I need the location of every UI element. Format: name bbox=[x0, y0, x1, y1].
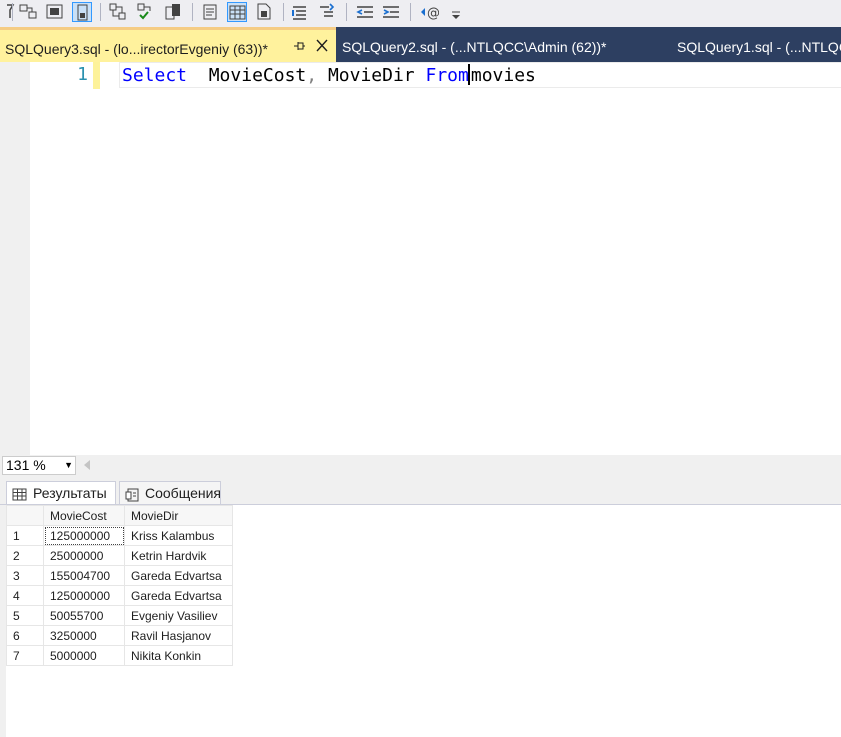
results-grid-area: MovieCost MovieDir 1 125000000 Kriss Kal… bbox=[0, 505, 841, 737]
filter-icon[interactable] bbox=[0, 2, 15, 22]
column-moviecost: MovieCost bbox=[208, 65, 307, 86]
editor-margin bbox=[0, 62, 30, 455]
column-header-moviecost[interactable]: MovieCost bbox=[43, 505, 125, 526]
cell-moviedir[interactable]: Gareda Edvartsa bbox=[124, 565, 233, 586]
window-icon[interactable] bbox=[45, 2, 65, 22]
diagram-icon[interactable] bbox=[108, 2, 128, 22]
document-tab-strip: SQLQuery3.sql - (lo...irectorEvgeniy (63… bbox=[0, 27, 841, 62]
table-row[interactable]: 2 25000000 Ketrin Hardvik bbox=[6, 545, 233, 566]
row-number[interactable]: 1 bbox=[6, 525, 44, 546]
text-caret bbox=[467, 64, 470, 85]
tab-sqlquery1[interactable]: SQLQuery1.sql - (...NTLQC bbox=[677, 27, 841, 62]
tab-messages-label: Сообщения bbox=[145, 485, 221, 501]
toolbar-separator bbox=[410, 3, 411, 21]
table-row[interactable]: 4 125000000 Gareda Edvartsa bbox=[6, 585, 233, 606]
template-icon[interactable]: @ bbox=[419, 2, 439, 22]
svg-text:@: @ bbox=[427, 6, 439, 21]
table-row[interactable]: 5 50055700 Evgeniy Vasiliev bbox=[6, 605, 233, 626]
row-number[interactable]: 6 bbox=[6, 625, 44, 646]
cell-moviedir[interactable]: Nikita Konkin bbox=[124, 645, 233, 666]
uncomment-icon[interactable] bbox=[317, 2, 337, 22]
table-row[interactable]: 1 125000000 Kriss Kalambus bbox=[6, 525, 233, 546]
cell-moviecost[interactable]: 125000000 bbox=[43, 585, 125, 606]
column-moviedir: MovieDir bbox=[327, 65, 415, 86]
table-icon[interactable] bbox=[18, 2, 38, 22]
tab-results[interactable]: Результаты bbox=[6, 481, 116, 504]
cell-moviedir[interactable]: Evgeniy Vasiliev bbox=[124, 605, 233, 626]
cell-moviedir[interactable]: Gareda Edvartsa bbox=[124, 585, 233, 606]
keyword-from: From bbox=[425, 65, 469, 86]
tab-results-label: Результаты bbox=[33, 485, 107, 501]
table-row[interactable]: 6 3250000 Ravil Hasjanov bbox=[6, 625, 233, 646]
close-icon[interactable] bbox=[314, 30, 330, 62]
indent-icon[interactable] bbox=[381, 2, 401, 22]
pin-icon[interactable] bbox=[291, 30, 307, 62]
comma: , bbox=[306, 65, 318, 86]
chevron-down-icon: ▼ bbox=[64, 460, 73, 470]
toolbar-separator bbox=[283, 3, 284, 21]
grid-header-row: MovieCost MovieDir bbox=[6, 505, 233, 526]
zoom-select[interactable]: 131 % ▼ bbox=[2, 456, 76, 475]
cell-moviedir[interactable]: Kriss Kalambus bbox=[124, 525, 233, 546]
toolbar-separator bbox=[346, 3, 347, 21]
cell-moviecost[interactable]: 3250000 bbox=[43, 625, 125, 646]
row-number[interactable]: 4 bbox=[6, 585, 44, 606]
toolbar-separator bbox=[100, 3, 101, 21]
cell-moviecost[interactable]: 125000000 bbox=[43, 525, 125, 546]
message-icon bbox=[125, 486, 141, 502]
toolbar-separator bbox=[12, 3, 13, 21]
table-movies: movies bbox=[470, 65, 536, 86]
cell-moviedir[interactable]: Ketrin Hardvik bbox=[124, 545, 233, 566]
overflow-icon[interactable] bbox=[446, 2, 460, 22]
tab-sqlquery3[interactable]: SQLQuery3.sql - (lo...irectorEvgeniy (63… bbox=[0, 27, 336, 62]
row-number[interactable]: 5 bbox=[6, 605, 44, 626]
toolbar-separator bbox=[192, 3, 193, 21]
check-diagram-icon[interactable] bbox=[136, 2, 156, 22]
change-indicator bbox=[93, 62, 100, 89]
results-text-icon[interactable] bbox=[200, 2, 220, 22]
code-line[interactable]: Select MovieCost, MovieDir From movies bbox=[122, 64, 536, 88]
row-number[interactable]: 3 bbox=[6, 565, 44, 586]
cell-moviecost[interactable]: 155004700 bbox=[43, 565, 125, 586]
results-grid-icon[interactable] bbox=[227, 2, 247, 22]
scroll-left-arrow[interactable] bbox=[84, 460, 90, 470]
outdent-icon[interactable] bbox=[355, 2, 375, 22]
zoom-value: 131 % bbox=[6, 457, 46, 473]
editor-status-row: 131 % ▼ bbox=[0, 455, 841, 477]
row-number[interactable]: 2 bbox=[6, 545, 44, 566]
cell-moviecost[interactable]: 25000000 bbox=[43, 545, 125, 566]
results-file-icon[interactable] bbox=[254, 2, 274, 22]
table-row[interactable]: 3 155004700 Gareda Edvartsa bbox=[6, 565, 233, 586]
results-grid[interactable]: MovieCost MovieDir 1 125000000 Kriss Kal… bbox=[6, 505, 233, 666]
tab-messages[interactable]: Сообщения bbox=[119, 481, 221, 504]
query-editor[interactable]: 1 Select MovieCost, MovieDir From movies bbox=[0, 62, 841, 455]
cell-moviedir[interactable]: Ravil Hasjanov bbox=[124, 625, 233, 646]
grid-icon[interactable] bbox=[72, 2, 92, 22]
line-number: 1 bbox=[77, 64, 88, 85]
cell-moviecost[interactable]: 5000000 bbox=[43, 645, 125, 666]
grid-corner[interactable] bbox=[6, 505, 44, 526]
server-icon[interactable] bbox=[163, 2, 183, 22]
table-row[interactable]: 7 5000000 Nikita Konkin bbox=[6, 645, 233, 666]
tab-sqlquery2[interactable]: SQLQuery2.sql - (...NTLQCC\Admin (62))* bbox=[342, 27, 607, 62]
comment-icon[interactable] bbox=[290, 2, 310, 22]
keyword-select: Select bbox=[122, 65, 188, 86]
column-header-moviedir[interactable]: MovieDir bbox=[124, 505, 233, 526]
grid-icon bbox=[12, 486, 28, 501]
results-tab-strip: Результаты Сообщения bbox=[0, 477, 841, 505]
row-number[interactable]: 7 bbox=[6, 645, 44, 666]
toolbar: @ bbox=[0, 0, 841, 28]
cell-moviecost[interactable]: 50055700 bbox=[43, 605, 125, 626]
